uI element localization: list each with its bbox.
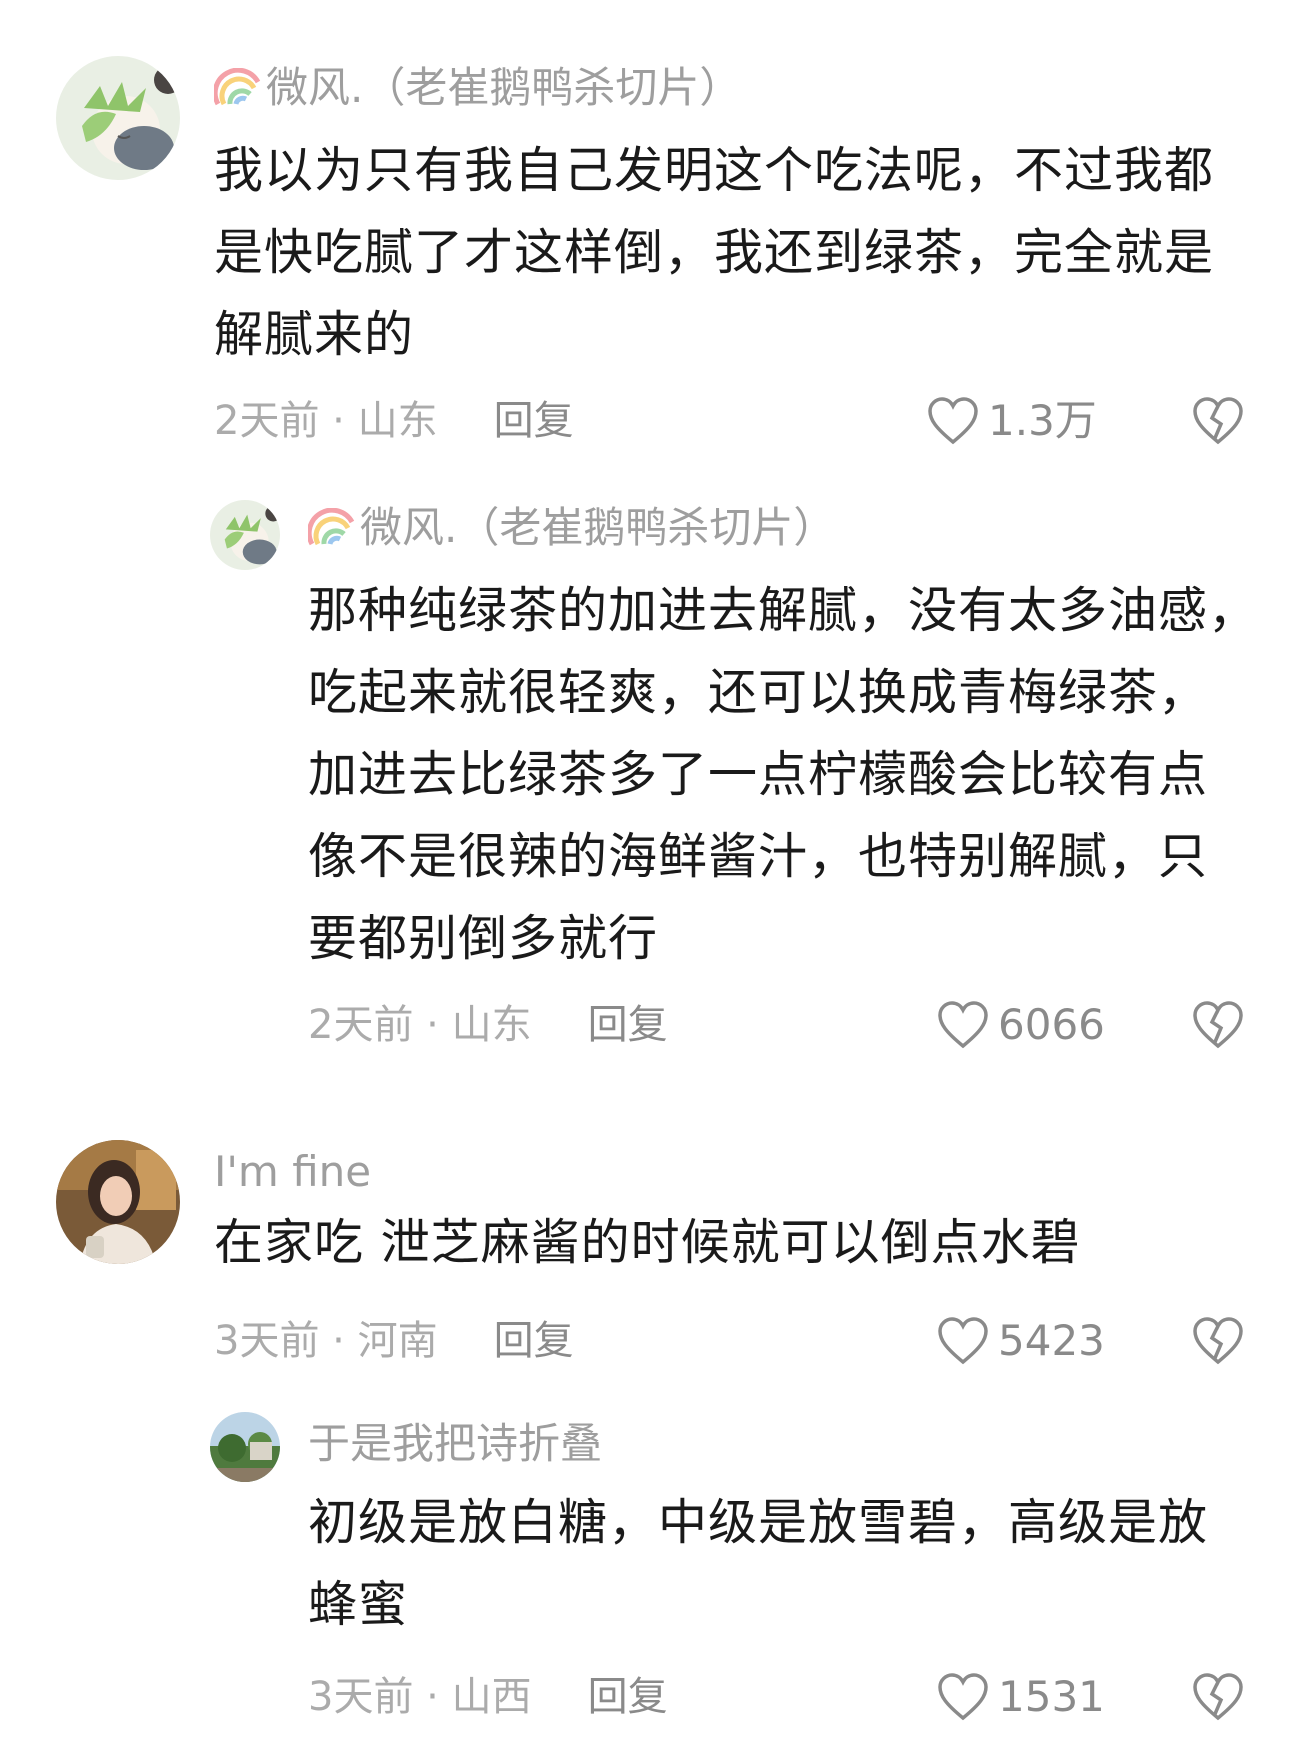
reply-button[interactable]: 回复 [494, 1318, 574, 1364]
like-count: 5423 [998, 1316, 1105, 1365]
comment-2-reply: 微风.（老崔鹅鸭杀切片） 那种纯绿茶的加进去解腻，没有太多油感， 吃起来就很轻爽… [0, 460, 1310, 1080]
time-location: 2天前 · 山东 [214, 398, 438, 444]
user-avatar[interactable] [210, 1412, 280, 1482]
comment-text: 初级是放白糖，中级是放雪碧，高级是放 蜂蜜 [308, 1482, 1288, 1646]
broken-heart-icon [1193, 397, 1243, 445]
author-name: 于是我把诗折叠 [308, 1419, 603, 1468]
dislike-button[interactable] [1190, 1000, 1246, 1054]
comment-author[interactable]: 于是我把诗折叠 [308, 1418, 602, 1470]
like-count: 6066 [998, 1000, 1105, 1049]
comment-author[interactable]: I'm fine [214, 1146, 371, 1198]
comment-1: 微风.（老崔鹅鸭杀切片） 我以为只有我自己发明这个吃法呢，不过我都 是快吃腻了才… [0, 0, 1310, 460]
like-count: 1531 [998, 1672, 1105, 1721]
like-button[interactable]: 1.3万 [926, 396, 1097, 446]
comment-author[interactable]: 微风.（老崔鹅鸭杀切片） [306, 502, 836, 560]
text-line: 蜂蜜 [308, 1576, 409, 1633]
comment-meta: 2天前 · 山东 回复 [214, 396, 574, 446]
comment-3: I'm fine 在家吃 泄芝麻酱的时候就可以倒点水碧 3天前 · 河南 回复 5… [0, 1120, 1310, 1420]
heart-icon [938, 1317, 988, 1365]
like-button[interactable]: 6066 [936, 1000, 1105, 1050]
text-line: 解腻来的 [214, 306, 415, 363]
dislike-button[interactable] [1190, 1316, 1246, 1370]
author-name: I'm fine [214, 1147, 372, 1196]
text-line: 那种纯绿茶的加进去解腻，没有太多油感， [308, 582, 1259, 639]
reply-button[interactable]: 回复 [588, 1674, 668, 1720]
text-line: 在家吃 泄芝麻酱的时候就可以倒点水碧 [214, 1214, 1081, 1271]
author-name: 微风.（老崔鹅鸭杀切片） [360, 503, 836, 552]
time-location: 2天前 · 山东 [308, 1002, 532, 1048]
broken-heart-icon [1193, 1001, 1243, 1049]
comment-meta: 3天前 · 山西 回复 [308, 1672, 668, 1722]
comment-text: 在家吃 泄芝麻酱的时候就可以倒点水碧 [214, 1202, 1284, 1284]
reply-button[interactable]: 回复 [494, 398, 574, 444]
comment-text: 我以为只有我自己发明这个吃法呢，不过我都 是快吃腻了才这样倒，我还到绿茶，完全就… [214, 130, 1284, 376]
text-line: 我以为只有我自己发明这个吃法呢，不过我都 [214, 142, 1215, 199]
heart-icon [938, 1673, 988, 1721]
rainbow-icon [212, 67, 262, 120]
heart-icon [928, 397, 978, 445]
text-line: 是快吃腻了才这样倒，我还到绿茶，完全就是 [214, 224, 1215, 281]
text-line: 初级是放白糖，中级是放雪碧，高级是放 [308, 1494, 1209, 1551]
text-line: 加进去比绿茶多了一点柠檬酸会比较有点 [308, 746, 1209, 803]
rainbow-icon [306, 507, 356, 560]
like-button[interactable]: 1531 [936, 1672, 1105, 1722]
heart-icon [938, 1001, 988, 1049]
text-line: 要都别倒多就行 [308, 910, 659, 967]
like-count: 1.3万 [988, 396, 1097, 445]
comment-text: 那种纯绿茶的加进去解腻，没有太多油感， 吃起来就很轻爽，还可以换成青梅绿茶， 加… [308, 570, 1288, 980]
broken-heart-icon [1193, 1673, 1243, 1721]
comment-meta: 2天前 · 山东 回复 [308, 1000, 668, 1050]
text-line: 吃起来就很轻爽，还可以换成青梅绿茶， [308, 664, 1209, 721]
time-location: 3天前 · 山西 [308, 1674, 532, 1720]
comment-4-reply: 于是我把诗折叠 初级是放白糖，中级是放雪碧，高级是放 蜂蜜 3天前 · 山西 回复… [0, 1400, 1310, 1748]
time-location: 3天前 · 河南 [214, 1318, 438, 1364]
like-button[interactable]: 5423 [936, 1316, 1105, 1366]
reply-button[interactable]: 回复 [588, 1002, 668, 1048]
user-avatar[interactable] [210, 500, 280, 570]
text-line: 像不是很辣的海鲜酱汁，也特别解腻，只 [308, 828, 1209, 885]
dislike-button[interactable] [1190, 1672, 1246, 1726]
user-avatar[interactable] [56, 1140, 180, 1264]
comment-author[interactable]: 微风.（老崔鹅鸭杀切片） [212, 62, 742, 120]
dislike-button[interactable] [1190, 396, 1246, 450]
broken-heart-icon [1193, 1317, 1243, 1365]
author-name: 微风.（老崔鹅鸭杀切片） [266, 63, 742, 112]
comment-meta: 3天前 · 河南 回复 [214, 1316, 574, 1366]
user-avatar[interactable] [56, 56, 180, 180]
